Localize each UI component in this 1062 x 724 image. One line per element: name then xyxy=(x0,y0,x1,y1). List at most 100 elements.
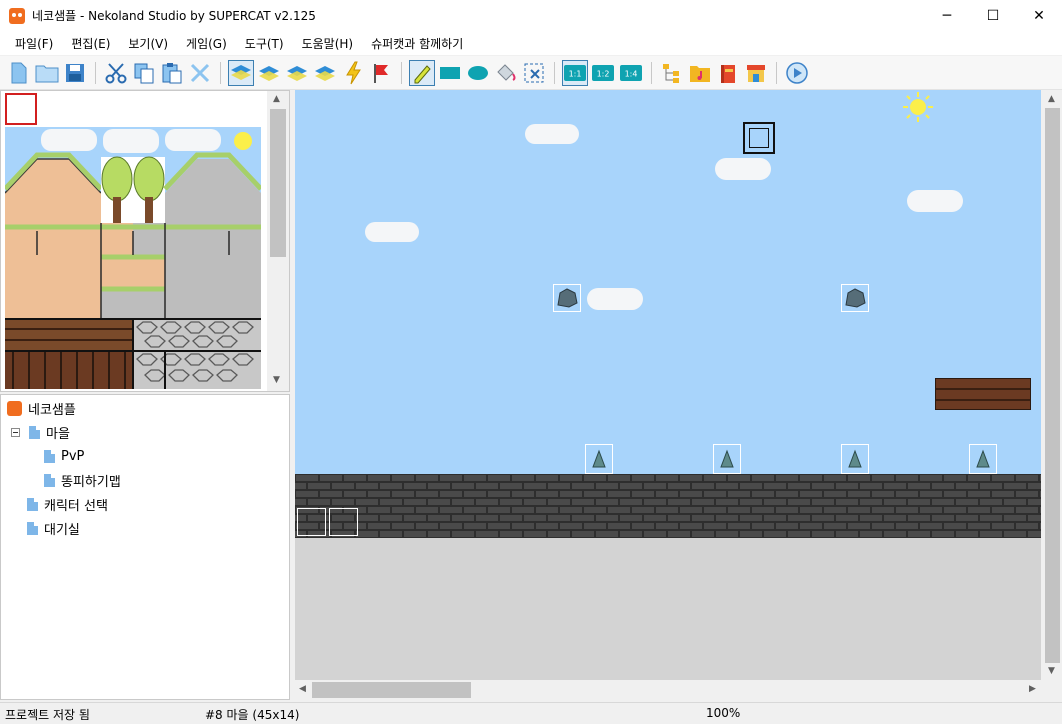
save-icon xyxy=(66,63,84,82)
scroll-thumb[interactable] xyxy=(312,682,471,698)
tree-item-label: PvP xyxy=(61,448,85,464)
scroll-down-icon[interactable]: ▼ xyxy=(273,375,280,385)
menu-supercat[interactable]: 슈퍼캣과 함께하기 xyxy=(362,35,472,52)
tree-item-character-select[interactable]: 캐릭터 선택 xyxy=(27,494,108,514)
rock-object[interactable] xyxy=(841,284,869,312)
tree-item-waiting-room[interactable]: 대기실 xyxy=(27,518,80,538)
cut-icon xyxy=(105,62,127,83)
map-horizontal-scrollbar[interactable]: ◀ ▶ xyxy=(295,680,1043,700)
rock-object[interactable] xyxy=(553,284,581,312)
music-folder-button[interactable] xyxy=(687,60,713,86)
tile-palette-scrollbar[interactable]: ▲ ▼ xyxy=(267,91,289,391)
status-bar: 프로젝트 저장 됨 #8 마을 (45x14) 100% xyxy=(0,702,1062,724)
cut-button[interactable] xyxy=(103,60,129,86)
zoom-1-1-button[interactable]: 1:1 xyxy=(562,59,588,86)
rectangle-button[interactable] xyxy=(437,60,463,86)
map-vertical-scrollbar[interactable]: ▲ ▼ xyxy=(1043,90,1062,680)
menu-help[interactable]: 도움말(H) xyxy=(293,35,363,52)
map-canvas[interactable] xyxy=(295,90,1041,680)
save-button[interactable] xyxy=(62,60,88,86)
tree-item-dodge-map[interactable]: 똥피하기맵 xyxy=(44,470,121,490)
layer-2-button[interactable] xyxy=(256,60,282,86)
zoom-1-4-label: 1:4 xyxy=(625,69,638,78)
event-button[interactable] xyxy=(340,60,366,86)
tree-icon xyxy=(663,63,679,83)
layer-2-icon xyxy=(259,65,279,81)
scroll-down-icon[interactable]: ▼ xyxy=(1048,666,1055,676)
collapse-icon[interactable] xyxy=(11,427,20,437)
paste-button[interactable] xyxy=(159,60,185,86)
books-icon xyxy=(721,64,735,83)
zoom-1-4-button[interactable]: 1:4 xyxy=(618,60,644,86)
spawn-point[interactable] xyxy=(743,122,775,154)
menu-view[interactable]: 보기(V) xyxy=(119,35,177,52)
zoom-1-2-button[interactable]: 1:2 xyxy=(590,60,616,86)
music-folder-icon xyxy=(690,65,710,82)
minimize-button[interactable]: ─ xyxy=(924,0,970,31)
layer-3-button[interactable] xyxy=(284,60,310,86)
layer-4-button[interactable] xyxy=(312,60,338,86)
pencil-button[interactable] xyxy=(409,59,435,86)
open-folder-button[interactable] xyxy=(34,60,60,86)
scroll-up-icon[interactable]: ▲ xyxy=(273,94,280,104)
tree-item-label: 캐릭터 선택 xyxy=(44,498,108,514)
menu-tools[interactable]: 도구(T) xyxy=(236,35,293,52)
tree-item-pvp[interactable]: PvP xyxy=(44,446,84,466)
menu-edit[interactable]: 편집(E) xyxy=(62,35,119,52)
tree-button[interactable] xyxy=(659,60,685,86)
close-button[interactable]: ✕ xyxy=(1016,0,1062,31)
tree-npc-object[interactable] xyxy=(585,444,613,474)
window-title: 네코샘플 - Nekoland Studio by SUPERCAT v2.12… xyxy=(32,9,316,23)
scroll-thumb[interactable] xyxy=(1045,108,1060,663)
tree-root[interactable]: 네코샘플 xyxy=(7,398,76,418)
cloud xyxy=(587,288,643,310)
ellipse-button[interactable] xyxy=(465,60,491,86)
scroll-up-icon[interactable]: ▲ xyxy=(1048,94,1055,104)
rectangle-icon xyxy=(440,66,460,79)
select-button[interactable] xyxy=(521,60,547,86)
menu-game[interactable]: 게임(G) xyxy=(177,35,236,52)
fill-bucket-button[interactable] xyxy=(493,60,519,86)
tree-item-label: 똥피하기맵 xyxy=(61,474,121,490)
maximize-button[interactable]: ☐ xyxy=(970,0,1016,31)
tree-npc-object[interactable] xyxy=(841,444,869,474)
event-icon xyxy=(346,61,361,84)
tree-npc-object[interactable] xyxy=(713,444,741,474)
zoom-1-4-icon: 1:4 xyxy=(620,64,642,81)
toolbar-separator xyxy=(401,61,402,84)
title-bar: 네코샘플 - Nekoland Studio by SUPERCAT v2.12… xyxy=(0,0,1062,31)
books-button[interactable] xyxy=(715,60,741,86)
toolbar-separator xyxy=(651,61,652,84)
scroll-left-icon[interactable]: ◀ xyxy=(299,684,306,694)
ellipse-icon xyxy=(468,65,488,80)
tile-palette[interactable] xyxy=(5,127,261,389)
scroll-right-icon[interactable]: ▶ xyxy=(1029,684,1036,694)
zoom-1-1-label: 1:1 xyxy=(569,69,582,78)
menu-file[interactable]: 파일(F) xyxy=(6,35,62,52)
new-file-button[interactable] xyxy=(6,60,32,86)
layer-3-icon xyxy=(287,65,307,81)
delete-button[interactable] xyxy=(187,60,213,86)
rock-icon xyxy=(557,288,578,308)
tile-cursor[interactable] xyxy=(297,508,326,536)
shop-icon xyxy=(747,64,765,82)
toolbar: 1:1 1:2 1:4 xyxy=(0,56,1062,90)
zoom-1-2-icon: 1:2 xyxy=(592,64,614,81)
shop-button[interactable] xyxy=(743,60,769,86)
tree-npc-object[interactable] xyxy=(969,444,997,474)
map-info: #8 마을 (45x14) xyxy=(205,708,300,722)
wooden-platform[interactable] xyxy=(935,378,1031,410)
scroll-thumb[interactable] xyxy=(270,109,286,257)
copy-icon xyxy=(134,63,154,83)
flag-button[interactable] xyxy=(368,60,394,86)
sun-icon xyxy=(903,92,933,122)
tree-item-label: 마을 xyxy=(46,426,70,442)
copy-button[interactable] xyxy=(131,60,157,86)
zoom-level: 100% xyxy=(706,706,741,720)
layer-1-button[interactable] xyxy=(228,59,254,86)
rock-icon xyxy=(845,288,866,308)
play-button[interactable] xyxy=(784,60,810,86)
map-tree-panel: 네코샘플 마을 PvP 똥피하기맵 캐릭터 선택 대기실 xyxy=(0,394,290,700)
tile-cursor[interactable] xyxy=(329,508,358,536)
tree-item-village[interactable]: 마을 xyxy=(11,422,70,442)
